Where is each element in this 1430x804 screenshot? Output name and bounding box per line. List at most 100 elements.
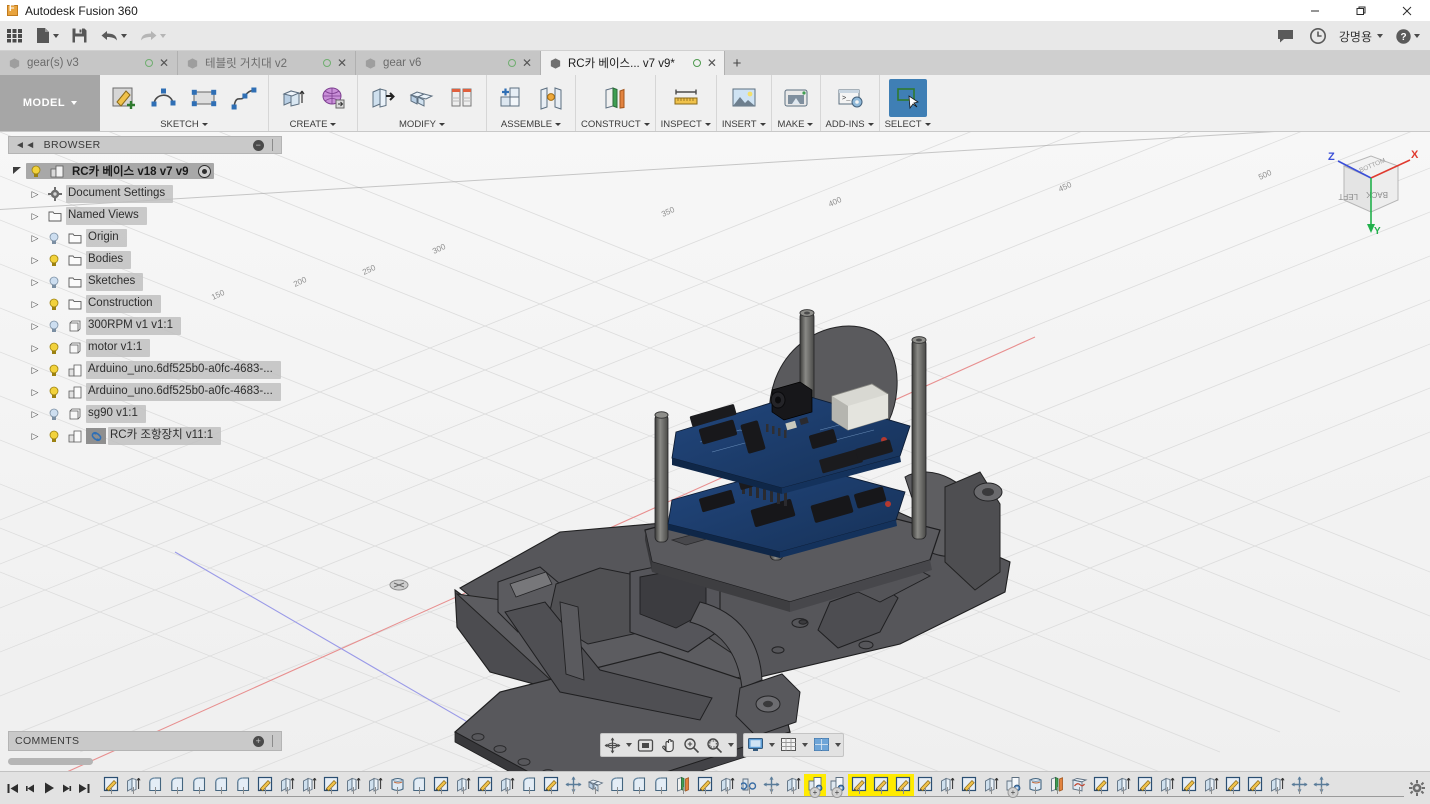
timeline-feature-fillet[interactable] [518, 774, 540, 796]
timeline-feature-sketch[interactable] [848, 773, 870, 796]
expand-arrow-icon[interactable]: ▷ [26, 277, 44, 288]
timeline-feature-extrude[interactable] [1156, 774, 1178, 796]
spline-icon[interactable] [225, 79, 263, 117]
ribbon-group-addins-label[interactable]: ADD-INS [826, 117, 874, 131]
go-to-beginning-button[interactable] [4, 776, 21, 800]
timeline-feature-extrude[interactable] [1200, 774, 1222, 796]
visibility-bulb-icon[interactable] [44, 386, 64, 399]
timeline-feature-move[interactable] [1310, 774, 1332, 796]
tree-row-root[interactable]: RC카 베이스 v18 v7 v9 [8, 159, 282, 183]
timeline-feature-component[interactable]: + [804, 773, 826, 798]
expand-arrow-icon[interactable]: ▷ [26, 233, 44, 244]
create-form-icon[interactable] [314, 79, 352, 117]
timeline-feature-fillet[interactable] [166, 774, 188, 796]
offset-plane-icon[interactable] [596, 79, 634, 117]
tree-row-300rpm[interactable]: ▷ 300RPM v1 v1:1 [8, 315, 282, 337]
comments-panel[interactable]: COMMENTS + [8, 731, 282, 751]
visibility-bulb-icon[interactable] [44, 232, 64, 245]
look-at-icon[interactable] [634, 734, 657, 756]
timeline-feature-extrude[interactable] [364, 774, 386, 796]
scripts-and-addins-icon[interactable]: >_ [831, 79, 869, 117]
ribbon-group-assemble-label[interactable]: ASSEMBLE [501, 117, 562, 131]
visibility-bulb-icon[interactable] [44, 298, 64, 311]
insert-mcmaster-icon[interactable] [725, 79, 763, 117]
ribbon-group-construct-label[interactable]: CONSTRUCT [581, 117, 650, 131]
document-tab-active[interactable]: RC카 베이스... v7 v9* ✕ [541, 51, 725, 75]
close-icon[interactable]: ✕ [522, 57, 532, 69]
step-forward-button[interactable] [58, 776, 75, 800]
close-button[interactable] [1384, 0, 1430, 21]
timeline-feature-sketch[interactable] [474, 774, 496, 796]
tree-row-origin[interactable]: ▷ Origin [8, 227, 282, 249]
document-tab[interactable]: 테블릿 거치대 v2 ✕ [178, 51, 356, 75]
visibility-bulb-icon[interactable] [44, 276, 64, 289]
collapse-left-icon[interactable]: ◄◄ [15, 140, 36, 151]
combine-icon[interactable] [403, 79, 441, 117]
timeline-feature-curve[interactable] [1068, 774, 1090, 796]
panel-grip[interactable] [272, 735, 275, 747]
timeline-feature-sketch[interactable] [320, 774, 342, 796]
timeline-feature-extrude[interactable] [782, 774, 804, 796]
visibility-bulb-icon[interactable] [26, 165, 46, 178]
expand-arrow-icon[interactable]: ▷ [26, 387, 44, 398]
timeline-feature-plane[interactable] [672, 774, 694, 796]
timeline-feature-fillet[interactable] [144, 774, 166, 796]
orbit-icon[interactable] [601, 734, 624, 756]
step-back-button[interactable] [22, 776, 39, 800]
close-icon[interactable]: ✕ [159, 57, 169, 69]
timeline-feature-sketch[interactable] [1222, 774, 1244, 796]
timeline-feature-component[interactable]: + [1002, 774, 1024, 798]
timeline-track[interactable]: + + + [100, 772, 1404, 804]
notifications-button[interactable] [1270, 22, 1301, 50]
timeline-feature-move[interactable] [760, 774, 782, 796]
app-grid-button[interactable] [0, 22, 29, 50]
timeline-feature-component[interactable]: + [826, 774, 848, 798]
extrude-icon[interactable] [274, 79, 312, 117]
help-button[interactable]: ? [1389, 22, 1426, 50]
3d-print-icon[interactable] [777, 79, 815, 117]
minus-circle-icon[interactable]: − [253, 139, 264, 151]
arc-icon[interactable] [145, 79, 183, 117]
browser-header[interactable]: ◄◄ BROWSER − [8, 136, 282, 154]
timeline-feature-revolve[interactable] [386, 774, 408, 796]
visibility-bulb-icon[interactable] [44, 342, 64, 355]
timeline-feature-extrude[interactable] [1266, 774, 1288, 796]
timeline-feature-extrude[interactable] [716, 774, 738, 796]
tree-row-construction[interactable]: ▷ Construction [8, 293, 282, 315]
tree-row-arduino-1[interactable]: ▷ Arduino_uno.6df525b0-a0fc-4683-... [8, 359, 282, 381]
redo-button[interactable] [133, 22, 172, 50]
timeline-feature-extrude[interactable] [122, 774, 144, 796]
measure-icon[interactable] [667, 79, 705, 117]
tree-row-arduino-2[interactable]: ▷ Arduino_uno.6df525b0-a0fc-4683-... [8, 381, 282, 403]
document-tab[interactable]: gear v6 ✕ [356, 51, 541, 75]
timeline-feature-extrude[interactable] [276, 774, 298, 796]
timeline-feature-sketch[interactable] [100, 774, 122, 796]
timeline-feature-revolve[interactable] [1024, 774, 1046, 796]
timeline-feature-extrude[interactable] [452, 774, 474, 796]
view-cube[interactable]: LEFT BACK BOTTOM Z X Y [1314, 138, 1424, 238]
timeline-feature-extrude[interactable] [980, 774, 1002, 796]
visibility-bulb-icon[interactable] [44, 254, 64, 267]
chevron-down-icon[interactable] [833, 734, 843, 756]
ribbon-group-modify-label[interactable]: MODIFY [399, 117, 445, 131]
tree-row-named-views[interactable]: ▷ Named Views [8, 205, 282, 227]
fit-icon[interactable] [703, 734, 726, 756]
expand-arrow-icon[interactable]: ▷ [26, 431, 44, 442]
expand-arrow-icon[interactable]: ▷ [26, 321, 44, 332]
workspace-selector[interactable]: MODEL [0, 75, 100, 131]
tree-row-motor[interactable]: ▷ motor v1:1 [8, 337, 282, 359]
expand-arrow-icon[interactable]: ▷ [26, 365, 44, 376]
timeline-feature-sketch[interactable] [254, 774, 276, 796]
expand-arrow-icon[interactable]: ▷ [26, 211, 44, 222]
tree-row-sg90[interactable]: ▷ sg90 v1:1 [8, 403, 282, 425]
timeline-settings-button[interactable] [1404, 780, 1430, 796]
plus-circle-icon[interactable]: + [253, 735, 264, 747]
expand-arrow-icon[interactable]: ▷ [26, 299, 44, 310]
select-window-icon[interactable] [888, 78, 927, 117]
timeline-feature-extrude[interactable] [1112, 774, 1134, 796]
save-button[interactable] [65, 22, 94, 50]
timeline-feature-extrude[interactable] [342, 774, 364, 796]
close-icon[interactable]: ✕ [337, 57, 347, 69]
timeline-feature-sketch[interactable] [430, 774, 452, 796]
timeline-feature-sketch[interactable] [914, 774, 936, 796]
